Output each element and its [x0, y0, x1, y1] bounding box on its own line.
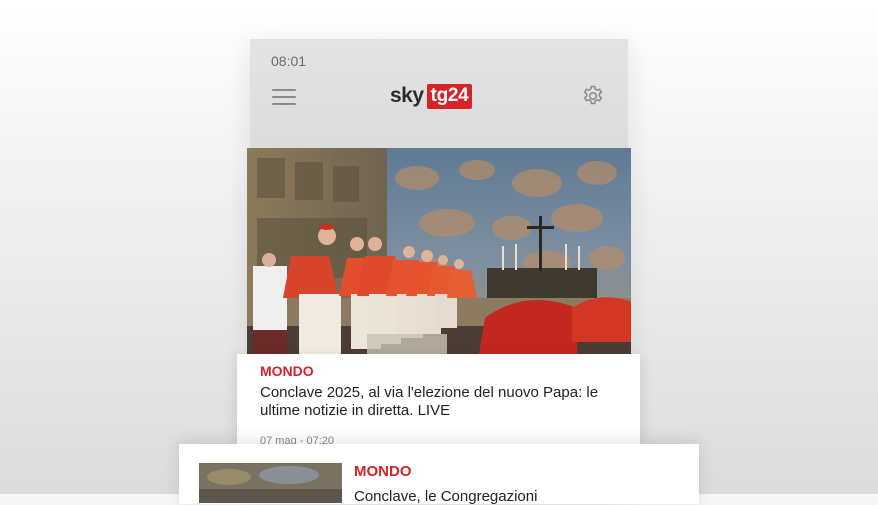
gear-icon[interactable]: [581, 84, 605, 108]
skytg24-logo[interactable]: sky tg24: [390, 83, 473, 109]
article-category: MONDO: [354, 463, 412, 480]
app-header: 08:01 sky tg24: [250, 39, 628, 149]
status-time: 08:01: [271, 53, 307, 69]
logo-tg24-text: tg24: [426, 83, 473, 109]
logo-sky-text: sky: [390, 84, 424, 107]
hero-image[interactable]: [247, 148, 631, 354]
article-thumbnail[interactable]: [199, 463, 342, 503]
hamburger-menu-icon[interactable]: [272, 89, 296, 105]
article-category: MONDO: [260, 363, 314, 379]
article-card[interactable]: MONDO Conclave 2025, al via l'elezione d…: [237, 354, 640, 447]
article-headline[interactable]: Conclave, le Congregazioni: [354, 488, 537, 505]
article-card-2[interactable]: MONDO Conclave, le Congregazioni: [179, 444, 699, 505]
article-headline[interactable]: Conclave 2025, al via l'elezione del nuo…: [260, 384, 632, 420]
